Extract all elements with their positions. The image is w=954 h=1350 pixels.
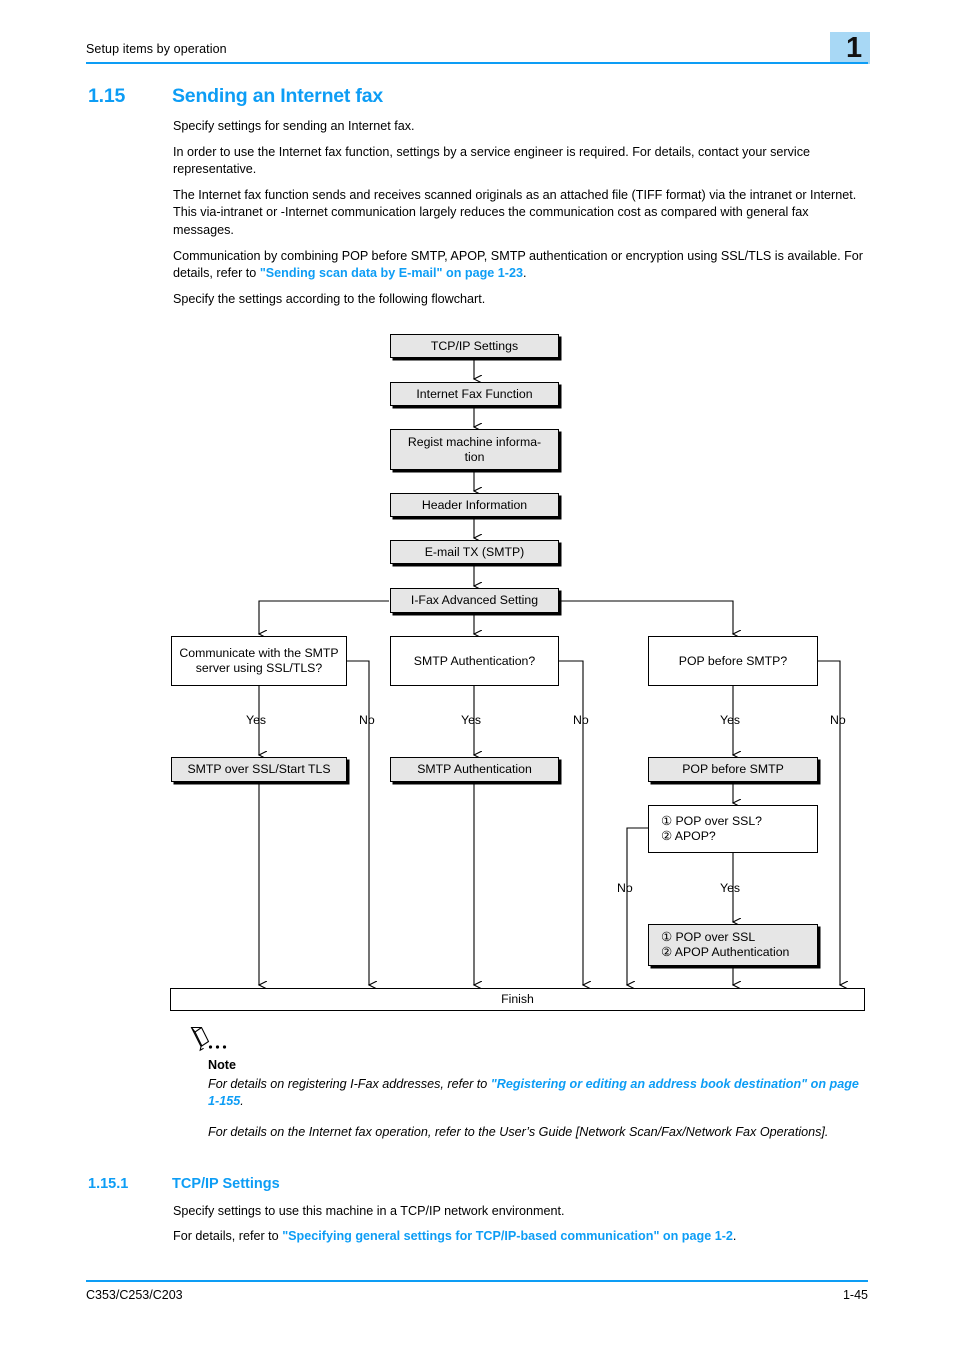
flow-box-label: SMTP over SSL/Start TLS bbox=[187, 762, 331, 776]
flow-box-label: Finish bbox=[501, 992, 534, 1006]
flow-box-label: ① POP over SSL ② APOP Authentication bbox=[661, 930, 790, 959]
flow-box-smtp-authentication: SMTP Authentication bbox=[390, 757, 559, 782]
flow-label-yes-pop-ssl-apop: Yes bbox=[720, 881, 741, 895]
subsection-paragraph-1: Specify settings to use this machine in … bbox=[173, 1204, 565, 1218]
flow-label-no-ssl: No bbox=[359, 713, 375, 727]
flow-box-label: Header Information bbox=[421, 497, 528, 512]
flow-box-label: SMTP Authentication? bbox=[413, 653, 536, 668]
note-paragraph-1-pre: For details on registering I-Fax address… bbox=[208, 1077, 491, 1091]
flow-box-label: E-mail TX (SMTP) bbox=[424, 544, 525, 559]
flow-box-tcpip-settings: TCP/IP Settings bbox=[390, 334, 559, 358]
flow-decision-smtp-authentication: SMTP Authentication? bbox=[390, 636, 559, 686]
flow-box-email-tx-smtp: E-mail TX (SMTP) bbox=[390, 540, 559, 564]
link-specifying-general-settings[interactable]: "Specifying general settings for TCP/IP-… bbox=[282, 1229, 733, 1243]
flow-decision-pop-over-ssl-apop: ① POP over SSL? ② APOP? bbox=[648, 805, 818, 853]
flow-decision-pop-before-smtp: POP before SMTP? bbox=[648, 636, 818, 686]
flow-box-label: TCP/IP Settings bbox=[430, 338, 519, 353]
note-title: Note bbox=[208, 1058, 236, 1072]
document-page: Setup items by operation 1 1.15 Sending … bbox=[0, 0, 954, 1350]
flow-box-label: Regist machine informa- tion bbox=[407, 434, 542, 464]
footer-model: C353/C253/C203 bbox=[86, 1288, 183, 1302]
flow-label-yes-ssl: Yes bbox=[246, 713, 267, 727]
flow-box-pop-before-smtp: POP before SMTP bbox=[648, 757, 818, 782]
flow-box-label: I-Fax Advanced Setting bbox=[410, 593, 539, 607]
subsection-paragraph-2-pre: For details, refer to bbox=[173, 1229, 283, 1243]
flow-box-label: Internet Fax Function bbox=[416, 386, 533, 401]
flow-label-no-pop-before-smtp: No bbox=[830, 713, 846, 727]
subsection-paragraph-2-post: . bbox=[732, 1229, 737, 1243]
subsection-title: TCP/IP Settings bbox=[172, 1176, 280, 1192]
flow-label-no-smtp-auth: No bbox=[573, 713, 589, 727]
note-paragraph-2: For details on the Internet fax operatio… bbox=[208, 1125, 829, 1139]
pencil-icon bbox=[190, 1026, 227, 1052]
flow-box-label: ① POP over SSL? ② APOP? bbox=[661, 814, 763, 843]
flow-box-label: POP before SMTP? bbox=[678, 653, 788, 668]
flow-box-finish: Finish bbox=[170, 988, 865, 1011]
flow-decision-communicate-ssl-tls: Communicate with the SMTP server using S… bbox=[171, 636, 347, 686]
footer-page-number: 1-45 bbox=[842, 1288, 868, 1302]
flow-box-label: POP before SMTP bbox=[682, 762, 784, 776]
note-paragraph-1-post: . bbox=[240, 1094, 244, 1109]
flow-box-header-information: Header Information bbox=[390, 493, 559, 517]
flow-box-internet-fax-function: Internet Fax Function bbox=[390, 382, 559, 406]
flow-box-label: SMTP Authentication bbox=[417, 762, 532, 776]
flow-box-smtp-over-ssl-start-tls: SMTP over SSL/Start TLS bbox=[171, 757, 347, 782]
flow-box-ifax-advanced-setting: I-Fax Advanced Setting bbox=[390, 588, 559, 613]
flow-label-yes-pop-before-smtp: Yes bbox=[720, 713, 741, 727]
subsection-paragraph-2: For details, refer to "Specifying genera… bbox=[173, 1228, 869, 1245]
flow-box-label: Communicate with the SMTP server using S… bbox=[179, 646, 339, 675]
flow-label-no-pop-ssl-apop: No bbox=[617, 881, 633, 895]
note-paragraph-1: For details on registering I-Fax address… bbox=[208, 1076, 868, 1111]
flow-box-pop-over-ssl-apop-authentication: ① POP over SSL ② APOP Authentication bbox=[648, 924, 818, 966]
flow-box-regist-machine-information: Regist machine informa- tion bbox=[390, 429, 559, 470]
subsection-number: 1.15.1 bbox=[88, 1176, 129, 1192]
footer-rule bbox=[86, 1280, 868, 1282]
flow-label-yes-smtp-auth: Yes bbox=[461, 713, 482, 727]
